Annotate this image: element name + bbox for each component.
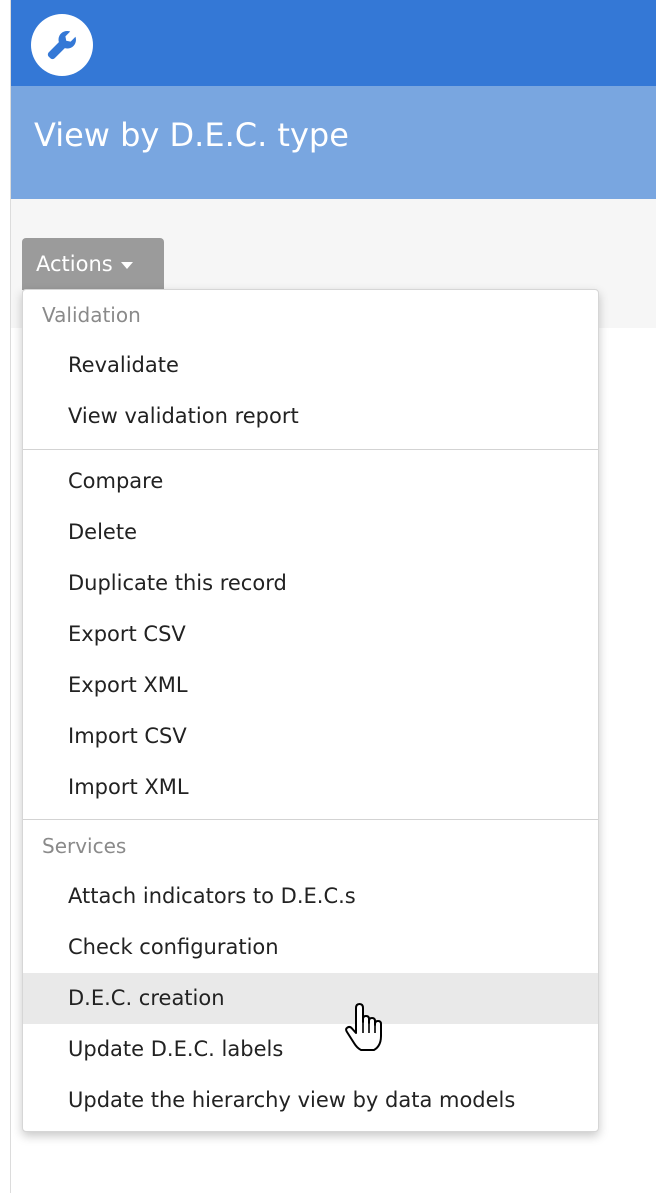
wrench-icon [47, 31, 76, 60]
menu-header-services: Services [42, 834, 127, 858]
menu-item-duplicate-record[interactable]: Duplicate this record [23, 558, 598, 609]
actions-dropdown-button[interactable]: Actions [22, 238, 164, 290]
menu-item-export-xml[interactable]: Export XML [23, 660, 598, 711]
menu-item-export-csv[interactable]: Export CSV [23, 609, 598, 660]
app-logo-button[interactable] [31, 14, 93, 76]
menu-header-validation: Validation [42, 303, 141, 327]
menu-divider [23, 449, 598, 450]
menu-item-import-csv[interactable]: Import CSV [23, 711, 598, 762]
menu-item-attach-indicators[interactable]: Attach indicators to D.E.C.s [23, 871, 598, 922]
menu-item-check-configuration[interactable]: Check configuration [23, 922, 598, 973]
menu-item-revalidate[interactable]: Revalidate [23, 340, 598, 391]
actions-dropdown-menu: Validation Revalidate View validation re… [22, 289, 599, 1132]
menu-item-delete[interactable]: Delete [23, 507, 598, 558]
menu-item-compare[interactable]: Compare [23, 456, 598, 507]
menu-item-view-validation-report[interactable]: View validation report [23, 391, 598, 442]
menu-item-import-xml[interactable]: Import XML [23, 762, 598, 813]
hand-pointer-icon [344, 1002, 384, 1054]
page-title: View by D.E.C. type [34, 116, 349, 154]
menu-item-dec-creation[interactable]: D.E.C. creation [23, 973, 598, 1024]
top-bar [11, 0, 656, 86]
actions-button-label: Actions [36, 252, 113, 276]
menu-divider [23, 819, 598, 820]
caret-down-icon [120, 261, 133, 269]
menu-item-update-hierarchy-view[interactable]: Update the hierarchy view by data models [23, 1075, 598, 1126]
menu-item-update-dec-labels[interactable]: Update D.E.C. labels [23, 1024, 598, 1075]
